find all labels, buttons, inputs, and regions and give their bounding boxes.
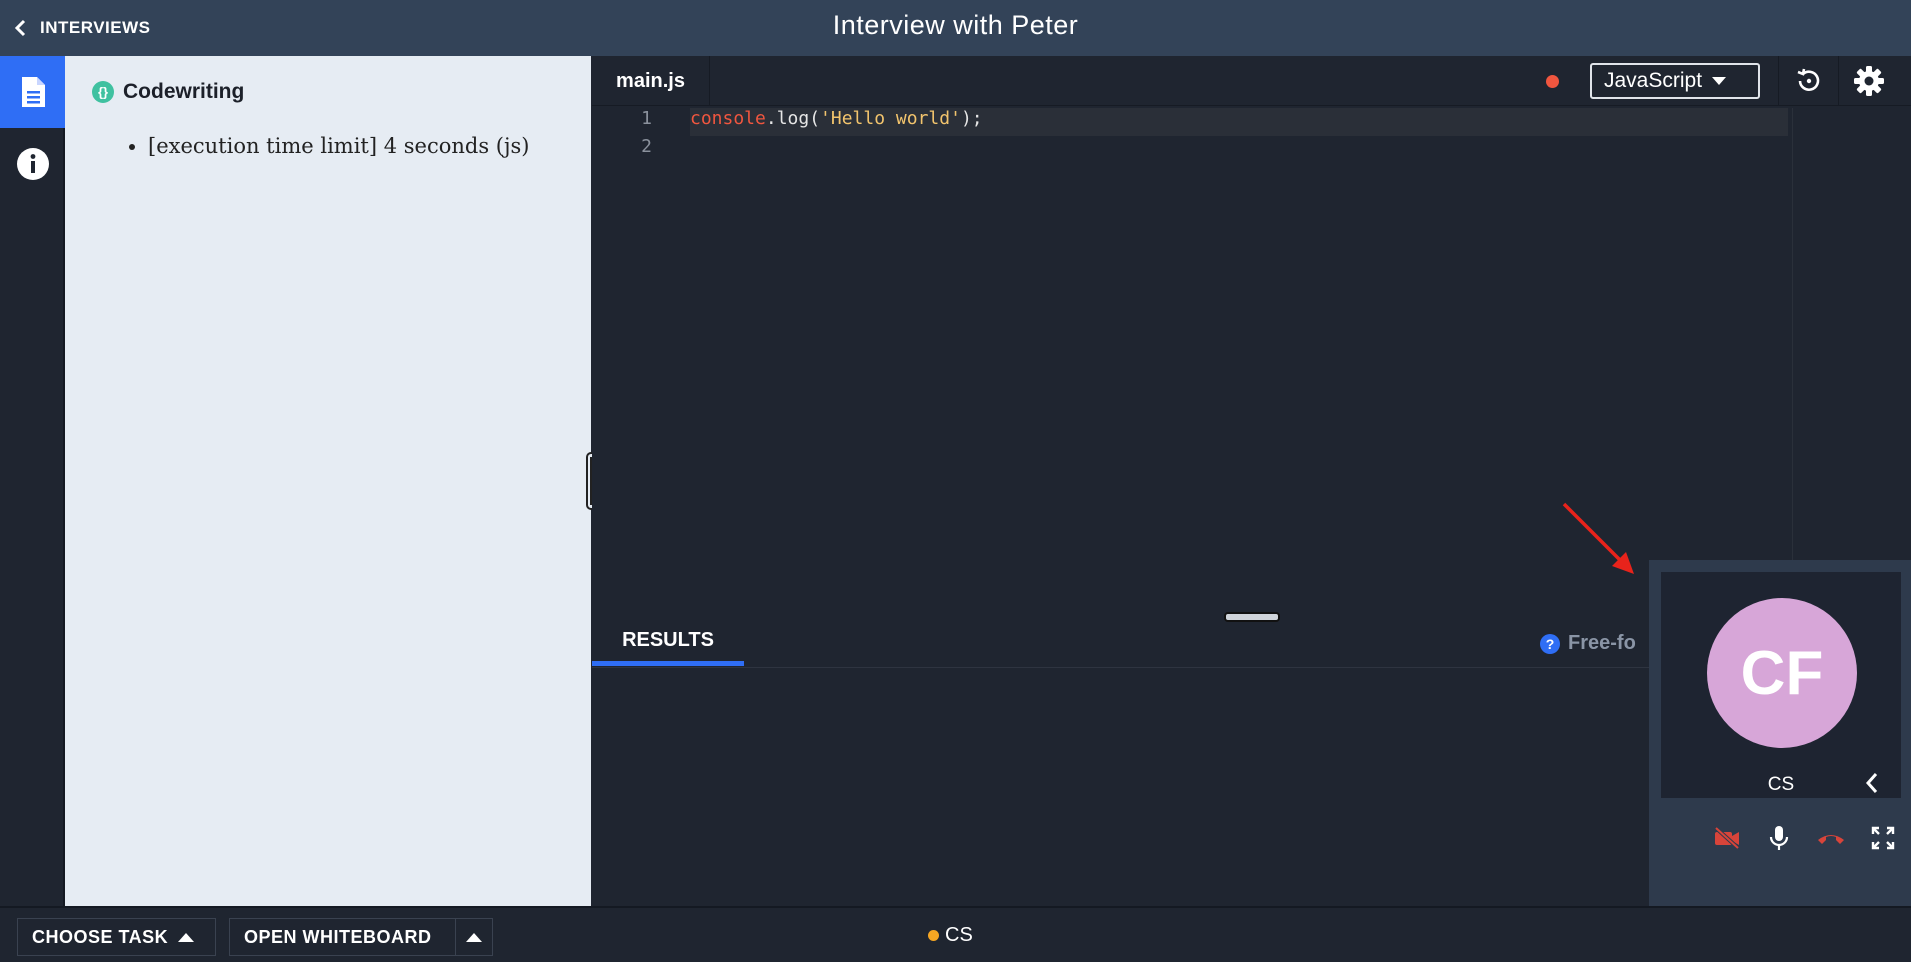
presence-name: CS	[945, 924, 973, 946]
chevron-left-icon	[1865, 773, 1878, 793]
history-icon	[1797, 68, 1819, 91]
reset-code-button[interactable]	[1778, 56, 1838, 106]
video-call-panel: CF CS	[1649, 560, 1911, 906]
language-select[interactable]: JavaScript	[1590, 63, 1760, 99]
line-content: console.log('Hello world');	[690, 108, 983, 129]
code-line: 1 console.log('Hello world');	[592, 108, 1792, 136]
list-item: [execution time limit] 4 seconds (js)	[148, 134, 529, 158]
line-number: 1	[641, 108, 652, 129]
video-feed: CF CS	[1661, 572, 1901, 798]
collapse-video-button[interactable]	[1857, 768, 1887, 798]
info-icon	[16, 148, 49, 180]
file-tab-main-js[interactable]: main.js	[592, 56, 710, 106]
online-status-dot	[928, 930, 939, 941]
freeform-label: Free-fo	[1568, 632, 1636, 654]
code-braces-icon: {}	[92, 81, 114, 103]
freeform-mode-link[interactable]: ? Free-fo	[1540, 632, 1636, 655]
avatar: CF	[1707, 598, 1857, 748]
camera-toggle-button[interactable]	[1709, 820, 1745, 856]
microphone-toggle-button[interactable]	[1761, 820, 1797, 856]
svg-text:{}: {}	[98, 85, 108, 100]
help-icon: ?	[1540, 633, 1560, 654]
codewriting-header: {} Codewriting	[91, 80, 244, 104]
hang-up-icon	[1818, 835, 1844, 844]
open-whiteboard-button[interactable]: OPEN WHITEBOARD	[229, 918, 457, 956]
bottom-bar: CHOOSE TASK OPEN WHITEBOARD CS	[0, 906, 1911, 962]
top-bar: INTERVIEWS Interview with Peter	[0, 0, 1911, 56]
document-icon	[21, 77, 45, 107]
fullscreen-button[interactable]	[1865, 820, 1901, 856]
language-label: JavaScript	[1604, 69, 1703, 92]
page-title: Interview with Peter	[832, 10, 1079, 40]
caret-down-icon	[1712, 76, 1727, 85]
annotation-arrow-icon	[1562, 502, 1634, 574]
presence-indicator: CS	[928, 924, 973, 947]
open-whiteboard-label: OPEN WHITEBOARD	[244, 926, 432, 947]
section-title: Codewriting	[123, 80, 245, 103]
info-tab-button[interactable]	[0, 128, 65, 200]
caret-up-icon	[178, 933, 195, 942]
description-tab-button[interactable]	[0, 56, 65, 128]
gear-icon	[1853, 66, 1884, 96]
choose-task-button[interactable]: CHOOSE TASK	[17, 918, 216, 956]
whiteboard-options-button[interactable]	[455, 918, 493, 956]
code-line: 2	[592, 136, 1792, 164]
choose-task-label: CHOOSE TASK	[32, 926, 169, 947]
fullscreen-icon	[1871, 826, 1895, 850]
editor-toolbar: main.js JavaScript	[592, 56, 1911, 106]
task-description-panel: {} Codewriting [execution time limit] 4 …	[65, 56, 591, 906]
camera-off-icon	[1714, 827, 1740, 849]
left-rail	[0, 56, 65, 906]
caret-up-icon	[466, 933, 482, 942]
line-number: 2	[641, 136, 652, 157]
unsaved-indicator	[1546, 75, 1559, 88]
settings-button[interactable]	[1838, 56, 1898, 106]
tab-results[interactable]: RESULTS	[592, 620, 744, 666]
microphone-icon	[1769, 826, 1789, 850]
constraints-list: [execution time limit] 4 seconds (js)	[148, 134, 529, 158]
end-call-button[interactable]	[1813, 820, 1849, 856]
